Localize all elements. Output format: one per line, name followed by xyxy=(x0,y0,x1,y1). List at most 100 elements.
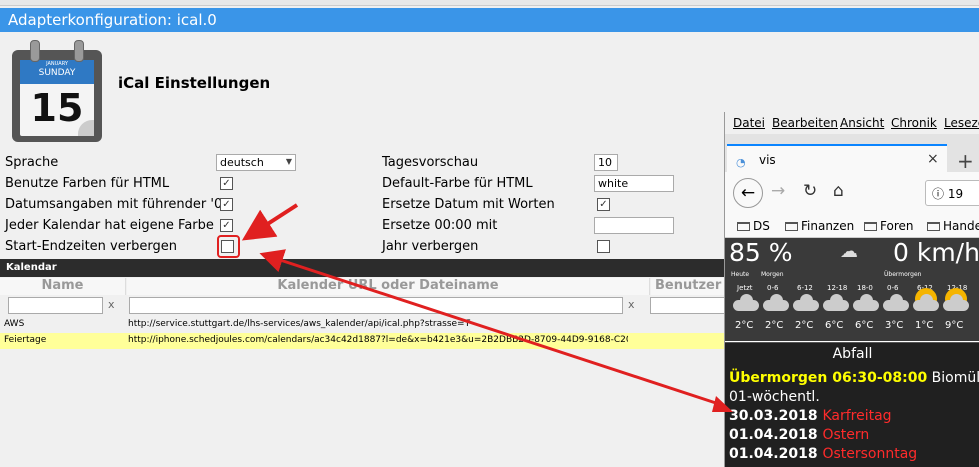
calendar-weekday: SUNDAY xyxy=(38,68,76,78)
label-tagesvorschau: Tagesvorschau xyxy=(382,155,479,170)
row-url: http://service.stuttgart.de/lhs-services… xyxy=(128,319,471,329)
label-default-farbe: Default-Farbe für HTML xyxy=(382,176,533,191)
event-line: 01.04.2018 Ostern xyxy=(729,427,869,443)
event-name: Karfreitag xyxy=(822,408,892,424)
sun-cloud-icon xyxy=(913,288,939,311)
filter-name-input[interactable] xyxy=(8,297,103,314)
abfall-next-type: Biomüll xyxy=(927,370,979,386)
filter-url-input[interactable] xyxy=(129,297,623,314)
menu-ansicht[interactable]: Ansicht xyxy=(840,116,884,130)
row-url: http://iphone.schedjoules.com/calendars/… xyxy=(128,335,628,345)
url-bar[interactable]: ⓘ 19 xyxy=(925,180,979,206)
checkbox-jahr-verbergen[interactable] xyxy=(597,240,610,253)
language-select[interactable]: deutsch ▼ xyxy=(216,154,296,171)
menu-datei[interactable]: Datei xyxy=(733,116,765,130)
column-header-benutzer[interactable]: Benutzer xyxy=(651,278,730,295)
bookmark-finanzen[interactable]: Finanzen xyxy=(785,219,854,233)
top-strip xyxy=(0,0,979,6)
forecast-period: 12-18 xyxy=(827,284,848,292)
arrow-to-checkbox xyxy=(241,203,299,241)
label-start-endzeiten: Start-Endzeiten verbergen xyxy=(5,239,177,254)
label-fuehrende-null: Datumsangaben mit führender '0' xyxy=(5,197,226,212)
new-tab-button[interactable]: + xyxy=(957,149,974,173)
chevron-down-icon: ▼ xyxy=(285,157,292,166)
abfall-frequency: 01-wöchentl. xyxy=(729,389,820,405)
forecast-period: 6-12 xyxy=(797,284,813,292)
event-date: 01.04.2018 xyxy=(729,446,818,462)
ersetze-0000-input[interactable] xyxy=(594,217,674,234)
cloud-icon xyxy=(763,294,789,311)
forecast-period: Jetzt xyxy=(737,284,753,292)
storm-cloud-icon: ☁ xyxy=(840,241,858,262)
label-jahr-verbergen: Jahr verbergen xyxy=(382,239,479,254)
event-line: 30.03.2018 Karfreitag xyxy=(729,408,892,424)
highlight-box xyxy=(217,235,240,258)
browser-window: Datei Bearbeiten Ansicht Chronik Leseze … xyxy=(724,112,979,467)
table-row[interactable]: Feiertage http://iphone.schedjoules.com/… xyxy=(0,333,730,349)
event-line: 01.04.2018 Ostersonntag xyxy=(729,446,917,462)
back-arrow-icon[interactable]: ← xyxy=(733,178,763,208)
nav-toolbar: ← → ↻ ⌂ ⓘ 19 xyxy=(725,172,979,216)
event-date: 30.03.2018 xyxy=(729,408,818,424)
menu-lesezeichen[interactable]: Leseze xyxy=(944,116,979,130)
kalendar-section-title: Kalendar xyxy=(0,259,730,277)
day-label: Heute xyxy=(731,271,750,278)
column-header-name[interactable]: Name xyxy=(0,278,126,295)
forecast-temp: 2°C xyxy=(735,320,754,331)
home-icon[interactable]: ⌂ xyxy=(833,181,844,201)
label-sprache: Sprache xyxy=(5,155,59,170)
url-text: 19 xyxy=(947,187,964,201)
event-date: 01.04.2018 xyxy=(729,427,818,443)
forecast-temp: 2°C xyxy=(765,320,784,331)
day-label: Morgen xyxy=(761,271,784,278)
checkbox-eigene-farbe[interactable]: ✓ xyxy=(220,219,233,232)
info-icon: ⓘ xyxy=(932,187,945,201)
label-ersetze-0000: Ersetze 00:00 mit xyxy=(382,218,498,233)
forecast-temp: 6°C xyxy=(825,320,844,331)
forecast-temp: 3°C xyxy=(885,320,904,331)
cloud-icon xyxy=(733,294,759,311)
bookmark-ds[interactable]: DS xyxy=(737,219,770,233)
event-name: Ostern xyxy=(822,427,870,443)
row-name: AWS xyxy=(4,319,25,329)
cloud-icon xyxy=(883,294,909,311)
event-name: Ostersonntag xyxy=(822,446,918,462)
clear-name-filter-icon[interactable]: x xyxy=(108,298,115,311)
abfall-widget: Abfall Übermorgen 06:30-08:00 Biomüll 01… xyxy=(725,342,979,467)
column-header-url[interactable]: Kalender URL oder Dateiname xyxy=(127,278,650,295)
cloud-icon xyxy=(853,294,879,311)
checkbox-datum-worte[interactable]: ✓ xyxy=(597,198,610,211)
menu-bearbeiten[interactable]: Bearbeiten xyxy=(772,116,838,130)
bookmark-foren[interactable]: Foren xyxy=(864,219,913,233)
forecast-temp: 2°C xyxy=(795,320,814,331)
checkbox-fuehrende-null[interactable]: ✓ xyxy=(220,198,233,211)
folder-icon xyxy=(737,222,750,231)
cloud-icon xyxy=(823,294,849,311)
abfall-next-time: Übermorgen 06:30-08:00 xyxy=(729,370,928,386)
bookmarks-bar: DS Finanzen Foren Hande xyxy=(725,216,979,238)
cloud-icon xyxy=(793,294,819,311)
folder-icon xyxy=(864,222,877,231)
forward-arrow-icon[interactable]: → xyxy=(771,181,785,201)
reload-icon[interactable]: ↻ xyxy=(803,181,817,201)
label-datum-worte: Ersetze Datum mit Worten xyxy=(382,197,555,212)
label-eigene-farbe: Jeder Kalendar hat eigene Farbe xyxy=(5,218,214,233)
bookmark-handel[interactable]: Hande xyxy=(927,219,979,233)
weather-widget: 85 % ☁ 0 km/h Heute Morgen Übermorgen Je… xyxy=(725,238,979,341)
tagesvorschau-input[interactable]: 10 xyxy=(594,154,618,171)
gauge-icon: ◔ xyxy=(736,156,746,169)
default-farbe-input[interactable]: white xyxy=(594,175,674,192)
humidity-value: 85 % xyxy=(729,238,793,267)
forecast-temp: 9°C xyxy=(945,320,964,331)
clear-url-filter-icon[interactable]: x xyxy=(628,298,635,311)
checkbox-farben-html[interactable]: ✓ xyxy=(220,177,233,190)
table-row[interactable]: AWS http://service.stuttgart.de/lhs-serv… xyxy=(0,317,730,333)
window-title: Adapterkonfiguration: ical.0 xyxy=(0,8,979,32)
wind-value: 0 km/h xyxy=(893,238,979,267)
filter-benutzer-input[interactable] xyxy=(650,297,726,314)
close-icon[interactable]: × xyxy=(927,151,939,167)
abfall-next: Übermorgen 06:30-08:00 Biomüll xyxy=(729,370,979,386)
label-farben-html: Benutze Farben für HTML xyxy=(5,176,170,191)
forecast-period: 18-0 xyxy=(857,284,873,292)
menu-chronik[interactable]: Chronik xyxy=(891,116,937,130)
